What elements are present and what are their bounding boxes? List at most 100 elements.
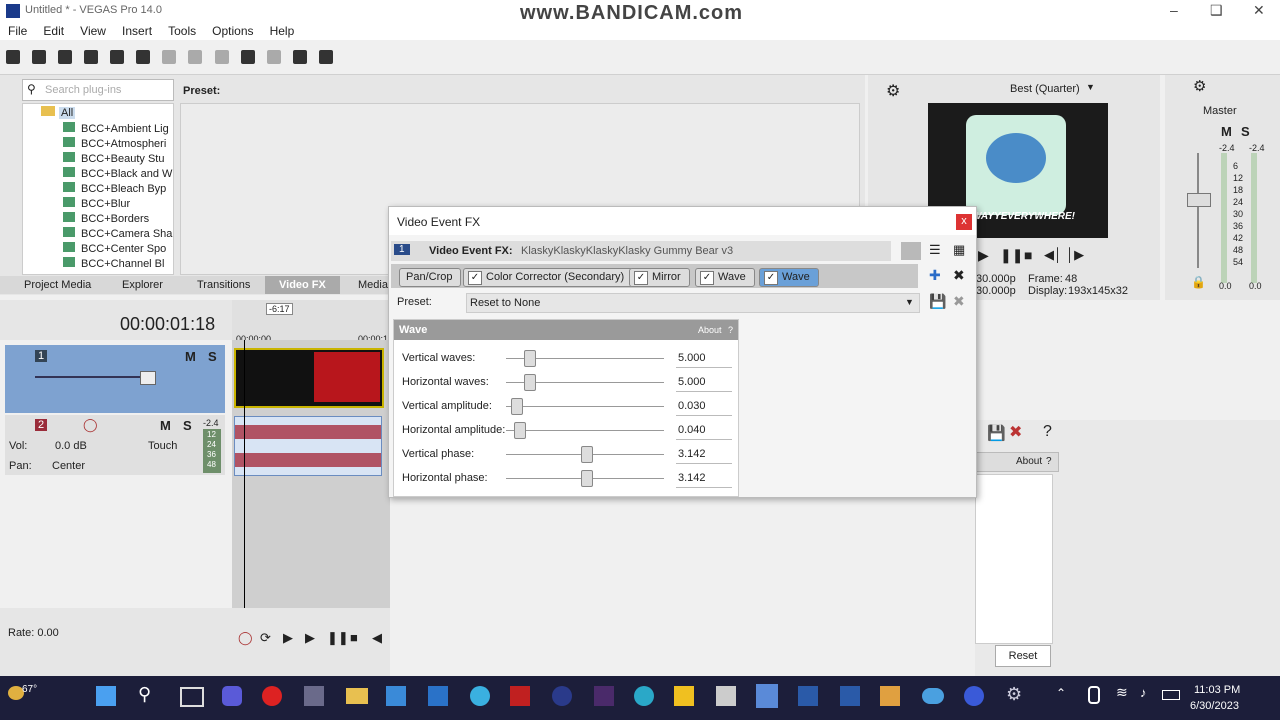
- cloud-icon[interactable]: [922, 688, 944, 704]
- play-from-start-icon[interactable]: ▶: [283, 630, 293, 646]
- menu-view[interactable]: View: [80, 24, 106, 38]
- dialog-close-button[interactable]: x: [956, 214, 972, 230]
- plugin-list-item[interactable]: BCC+Ambient Lig: [63, 122, 169, 135]
- plugin-list-item[interactable]: BCC+Channel Bl: [63, 257, 164, 270]
- right-question[interactable]: ?: [1043, 423, 1052, 441]
- start-icon[interactable]: [96, 686, 116, 706]
- track2-solo[interactable]: S: [183, 418, 192, 433]
- lock-icon[interactable]: 🔒: [1191, 275, 1206, 289]
- maximize-icon[interactable]: ❑: [1210, 2, 1223, 19]
- prev-icon[interactable]: ◀: [372, 630, 382, 646]
- tab-explorer[interactable]: Explorer: [122, 279, 163, 291]
- curve-graph[interactable]: [975, 474, 1053, 644]
- loop-icon[interactable]: ⟳: [260, 630, 271, 646]
- touch-label[interactable]: Touch: [148, 440, 177, 452]
- master-solo[interactable]: S: [1241, 124, 1250, 139]
- save-icon[interactable]: 💾: [987, 424, 1006, 442]
- playhead[interactable]: [244, 340, 245, 608]
- wave-param-value[interactable]: 3.142: [676, 445, 732, 464]
- app-icon-c[interactable]: [552, 686, 572, 706]
- check-icon[interactable]: ✓: [468, 271, 482, 285]
- minimize-icon[interactable]: –: [1170, 2, 1178, 18]
- gear-icon[interactable]: ⚙: [1193, 77, 1206, 95]
- master-fader[interactable]: [1197, 153, 1199, 268]
- bandicam-icon[interactable]: [262, 686, 282, 706]
- folder-icon[interactable]: [346, 688, 368, 704]
- stop-icon[interactable]: ■: [1024, 247, 1032, 263]
- tab-project-media[interactable]: Project Media: [24, 279, 91, 291]
- tab-media[interactable]: Media: [358, 279, 388, 291]
- plugin-search[interactable]: ⚲ Search plug-ins: [22, 79, 174, 101]
- record-button[interactable]: ◯: [238, 630, 253, 646]
- wave-param-value[interactable]: 5.000: [676, 373, 732, 392]
- gear-icon[interactable]: ⚙: [886, 81, 900, 101]
- shield-icon[interactable]: [510, 686, 530, 706]
- wave-param-slider-thumb[interactable]: [510, 398, 523, 415]
- store-icon[interactable]: [386, 686, 406, 706]
- vegas-icon-2[interactable]: [798, 686, 818, 706]
- track1-level-slider[interactable]: [35, 376, 155, 378]
- audio-track-header[interactable]: 2 ◯ M S -2.4 Vol: 0.0 dB Touch Pan: Cent…: [5, 415, 225, 475]
- audio-event-clip[interactable]: [234, 416, 382, 476]
- save-preset-icon[interactable]: 💾: [929, 293, 946, 310]
- menu-help[interactable]: Help: [270, 24, 295, 38]
- photos-icon[interactable]: [880, 686, 900, 706]
- play-icon[interactable]: ▶: [305, 630, 315, 646]
- wave-param-slider-thumb[interactable]: [581, 446, 593, 463]
- wave-param-value[interactable]: 0.040: [676, 421, 732, 440]
- battery-icon[interactable]: [1162, 690, 1180, 700]
- save-icon[interactable]: [58, 50, 73, 64]
- chain-color-corrector[interactable]: ✓ Color Corrector (Secondary): [463, 268, 634, 287]
- wave-param-value[interactable]: 5.000: [676, 349, 732, 368]
- chain-wave-1[interactable]: ✓ Wave: [695, 268, 755, 287]
- wave-param-slider-thumb[interactable]: [513, 422, 526, 439]
- gear-icon[interactable]: ⚙: [1006, 684, 1022, 705]
- wave-param-value[interactable]: 0.030: [676, 397, 732, 416]
- microphone-icon[interactable]: [1088, 686, 1100, 704]
- menu-options[interactable]: Options: [212, 24, 253, 38]
- menu-edit[interactable]: Edit: [43, 24, 64, 38]
- plugin-list-item[interactable]: BCC+Center Spo: [63, 242, 166, 255]
- remove-plugin-icon[interactable]: ✖: [953, 267, 965, 284]
- redo-icon[interactable]: [266, 50, 281, 64]
- tab-transitions[interactable]: Transitions: [197, 279, 250, 291]
- render-icon[interactable]: [110, 50, 125, 64]
- track1-mute[interactable]: M: [185, 349, 196, 364]
- task-view-icon[interactable]: [180, 687, 204, 707]
- tree-root[interactable]: All: [41, 106, 76, 119]
- chain-mirror[interactable]: ✓ Mirror: [629, 268, 690, 287]
- close-icon[interactable]: ✕: [1253, 2, 1265, 19]
- check-icon[interactable]: ✓: [764, 271, 778, 285]
- media-icon[interactable]: [716, 686, 736, 706]
- master-fader-thumb[interactable]: [1187, 193, 1211, 207]
- save-as-icon[interactable]: [84, 50, 99, 64]
- film-icon[interactable]: [304, 686, 324, 706]
- wave-param-slider[interactable]: [506, 406, 664, 407]
- play-icon[interactable]: ▶: [978, 247, 989, 264]
- right-help[interactable]: ?: [1046, 456, 1052, 467]
- cut-icon[interactable]: [162, 50, 177, 64]
- app-icon-d[interactable]: [594, 686, 614, 706]
- track1-solo[interactable]: S: [208, 349, 217, 364]
- delete-icon[interactable]: ✖: [1009, 422, 1022, 442]
- edge-icon[interactable]: [634, 686, 654, 706]
- menu-tools[interactable]: Tools: [168, 24, 196, 38]
- menu-insert[interactable]: Insert: [122, 24, 152, 38]
- right-about[interactable]: About: [1016, 456, 1042, 467]
- open-icon[interactable]: [32, 50, 47, 64]
- tool-icon[interactable]: [292, 50, 307, 64]
- track2-mute[interactable]: M: [160, 418, 171, 433]
- chat-icon[interactable]: [222, 686, 242, 706]
- app-icon-a[interactable]: [428, 686, 448, 706]
- new-icon[interactable]: [6, 50, 20, 64]
- copy-icon[interactable]: [188, 50, 203, 64]
- plug-in-chain-icon[interactable]: ✚: [929, 267, 941, 284]
- clock-date[interactable]: 6/30/2023: [1190, 700, 1239, 712]
- wave-param-slider-thumb[interactable]: [524, 350, 536, 367]
- pause-icon[interactable]: ❚❚: [1000, 247, 1023, 264]
- wave-param-value[interactable]: 3.142: [676, 469, 732, 488]
- plugin-list-item[interactable]: BCC+Bleach Byp: [63, 182, 166, 195]
- video-track-header[interactable]: 1 M S: [5, 345, 225, 413]
- video-event-clip[interactable]: [234, 348, 384, 408]
- wave-param-slider[interactable]: [506, 430, 664, 431]
